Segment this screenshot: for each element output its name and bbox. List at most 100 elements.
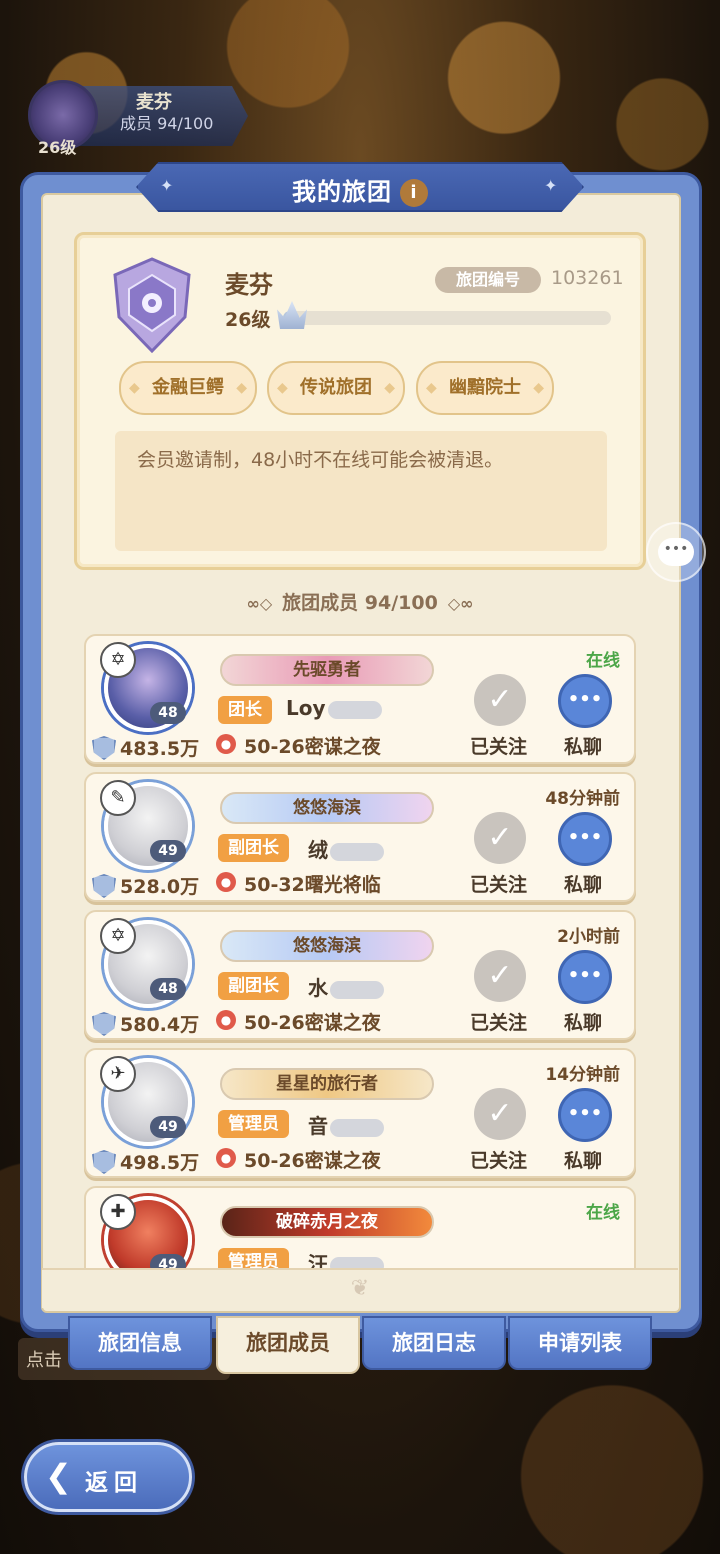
name-redaction bbox=[330, 1256, 384, 1268]
member-row[interactable]: ✎ 49 528.0万 悠悠海滨 副团长 绒 ● 50-32曙光将临 48分钟前… bbox=[84, 772, 636, 902]
guild-name: 麦芬 bbox=[225, 271, 273, 299]
panel-title-text: 我的旅团 bbox=[292, 178, 392, 206]
class-badge-icon: ✎ bbox=[100, 780, 136, 816]
member-role: 团长 bbox=[218, 696, 272, 724]
shield-icon bbox=[92, 874, 116, 898]
name-redaction bbox=[330, 980, 384, 999]
private-chat-label: 私聊 bbox=[564, 874, 603, 896]
member-power: 483.5万 bbox=[120, 738, 200, 760]
member-role: 管理员 bbox=[218, 1110, 289, 1138]
follow-label: 已关注 bbox=[470, 736, 528, 758]
member-power: 528.0万 bbox=[120, 876, 200, 898]
member-role: 副团长 bbox=[218, 834, 289, 862]
member-row[interactable]: ✡ 48 580.4万 悠悠海滨 副团长 水 ● 50-26密谋之夜 2小时前 … bbox=[84, 910, 636, 1040]
shield-icon bbox=[92, 736, 116, 760]
guild-tag[interactable]: 传说旅团 bbox=[267, 361, 405, 415]
private-chat-button[interactable]: ••• bbox=[558, 950, 612, 1004]
member-title: 星星的旅行者 bbox=[220, 1068, 434, 1100]
back-button[interactable]: ❮ 返回 bbox=[24, 1442, 192, 1512]
ornament-left-icon: ∞◇ bbox=[246, 594, 273, 613]
chat-float-button[interactable]: ••• bbox=[646, 522, 706, 582]
location-icon: ● bbox=[216, 1010, 236, 1030]
member-server: 50-32曙光将临 bbox=[244, 874, 381, 896]
member-name-text: 汪 bbox=[308, 1252, 328, 1268]
info-icon[interactable]: i bbox=[400, 179, 428, 207]
chat-dots-icon: ••• bbox=[658, 538, 694, 566]
panel-title: 我的旅团 i bbox=[0, 172, 720, 207]
member-server: 50-26密谋之夜 bbox=[244, 1150, 381, 1172]
class-badge-icon: ✚ bbox=[100, 1194, 136, 1230]
member-level: 49 bbox=[150, 840, 186, 862]
crown-icon bbox=[277, 301, 307, 329]
member-server: 50-26密谋之夜 bbox=[244, 1012, 381, 1034]
member-power: 498.5万 bbox=[120, 1152, 200, 1174]
member-name: 音 bbox=[308, 1110, 384, 1139]
location-icon: ● bbox=[216, 872, 236, 892]
tab-guild-log[interactable]: 旅团日志 bbox=[362, 1316, 506, 1370]
members-header: ∞◇ 旅团成员 94/100 ◇∞ bbox=[0, 588, 720, 615]
followed-check-icon[interactable]: ✓ bbox=[474, 812, 526, 864]
followed-check-icon[interactable]: ✓ bbox=[474, 1088, 526, 1140]
follow-label: 已关注 bbox=[470, 1150, 528, 1172]
member-row[interactable]: ✚ 49 破碎赤月之夜 管理员 汪 在线 bbox=[84, 1186, 636, 1268]
location-icon: ● bbox=[216, 1148, 236, 1168]
guild-tag[interactable]: 金融巨鳄 bbox=[119, 361, 257, 415]
shield-icon bbox=[92, 1012, 116, 1036]
member-level: 49 bbox=[150, 1254, 186, 1268]
member-power: 580.4万 bbox=[120, 1014, 200, 1036]
guild-tag[interactable]: 幽黯院士 bbox=[416, 361, 554, 415]
private-chat-label: 私聊 bbox=[564, 1150, 603, 1172]
member-name-text: Loy bbox=[286, 696, 326, 720]
private-chat-label: 私聊 bbox=[564, 1012, 603, 1034]
members-header-label: 旅团成员 94/100 bbox=[282, 592, 438, 614]
class-badge-icon: ✡ bbox=[100, 642, 136, 678]
ornament-bottom-icon: ❦ bbox=[350, 1276, 370, 1301]
shield-icon bbox=[92, 1150, 116, 1174]
guild-id-label: 旅团编号 bbox=[435, 267, 541, 293]
guild-xp-bar bbox=[283, 311, 611, 325]
member-list[interactable]: ✡ 48 483.5万 先驱勇者 团长 Loy ● 50-26密谋之夜 在线 ✓… bbox=[82, 632, 638, 1268]
member-row[interactable]: ✡ 48 483.5万 先驱勇者 团长 Loy ● 50-26密谋之夜 在线 ✓… bbox=[84, 634, 636, 764]
member-name-text: 音 bbox=[308, 1114, 328, 1138]
location-icon: ● bbox=[216, 734, 236, 754]
member-name: 水 bbox=[308, 972, 384, 1001]
tab-guild-members[interactable]: 旅团成员 bbox=[216, 1316, 360, 1374]
guild-crest-icon bbox=[113, 257, 191, 353]
private-chat-label: 私聊 bbox=[564, 736, 603, 758]
member-status: 在线 bbox=[586, 651, 620, 671]
private-chat-button[interactable]: ••• bbox=[558, 674, 612, 728]
member-title: 悠悠海滨 bbox=[220, 930, 434, 962]
member-title: 悠悠海滨 bbox=[220, 792, 434, 824]
tab-applications[interactable]: 申请列表 bbox=[508, 1316, 652, 1370]
member-name: 绒 bbox=[308, 834, 384, 863]
member-status: 14分钟前 bbox=[545, 1065, 620, 1085]
guild-mini-members: 成员 94/100 bbox=[120, 114, 214, 133]
guild-mini-level: 26级 bbox=[38, 138, 77, 157]
name-redaction bbox=[330, 842, 384, 861]
followed-check-icon[interactable]: ✓ bbox=[474, 674, 526, 726]
member-level: 48 bbox=[150, 702, 186, 724]
member-role: 管理员 bbox=[218, 1248, 289, 1268]
member-level: 48 bbox=[150, 978, 186, 1000]
name-redaction bbox=[327, 700, 382, 719]
follow-label: 已关注 bbox=[470, 874, 528, 896]
private-chat-button[interactable]: ••• bbox=[558, 812, 612, 866]
tab-bar: 旅团信息 旅团成员 旅团日志 申请列表 bbox=[68, 1316, 652, 1374]
member-role: 副团长 bbox=[218, 972, 289, 1000]
guild-mini-badge[interactable]: 麦芬 成员 94/100 26级 bbox=[8, 80, 248, 157]
tab-guild-info[interactable]: 旅团信息 bbox=[68, 1316, 212, 1370]
member-row[interactable]: ✈ 49 498.5万 星星的旅行者 管理员 音 ● 50-26密谋之夜 14分… bbox=[84, 1048, 636, 1178]
member-server: 50-26密谋之夜 bbox=[244, 736, 381, 758]
name-redaction bbox=[330, 1118, 384, 1137]
member-status: 在线 bbox=[586, 1203, 620, 1223]
followed-check-icon[interactable]: ✓ bbox=[474, 950, 526, 1002]
private-chat-button[interactable]: ••• bbox=[558, 1088, 612, 1142]
member-status: 2小时前 bbox=[557, 927, 620, 947]
member-level: 49 bbox=[150, 1116, 186, 1138]
class-badge-icon: ✡ bbox=[100, 918, 136, 954]
member-status: 48分钟前 bbox=[545, 789, 620, 809]
back-arrow-icon: ❮ bbox=[45, 1457, 72, 1495]
member-name-text: 水 bbox=[308, 976, 328, 1000]
member-title: 先驱勇者 bbox=[220, 654, 434, 686]
guild-id: 103261 bbox=[551, 267, 624, 289]
